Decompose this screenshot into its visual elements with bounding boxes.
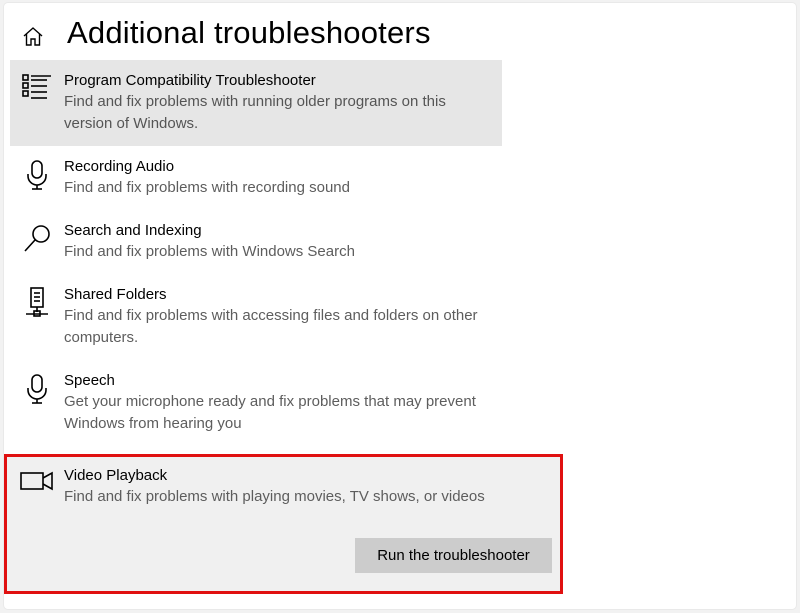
- item-description: Get your microphone ready and fix proble…: [64, 393, 476, 432]
- run-button-row: Run the troubleshooter: [64, 538, 552, 573]
- home-icon[interactable]: [21, 25, 45, 49]
- item-description: Find and fix problems with running older…: [64, 93, 446, 132]
- item-description: Find and fix problems with accessing fil…: [64, 307, 478, 346]
- item-title: Shared Folders: [64, 286, 167, 303]
- microphone-icon: [20, 372, 54, 406]
- item-title: Video Playback: [64, 467, 168, 484]
- troubleshooter-item-speech[interactable]: Speech Get your microphone ready and fix…: [10, 360, 502, 446]
- troubleshooter-item-shared-folders[interactable]: Shared Folders Find and fix problems wit…: [10, 274, 502, 360]
- item-title: Program Compatibility Troubleshooter: [64, 72, 316, 89]
- microphone-icon: [20, 158, 54, 192]
- settings-window: Additional troubleshooters Program Compa…: [4, 3, 796, 609]
- troubleshooter-item-video-playback[interactable]: Video Playback Find and fix problems wit…: [4, 454, 563, 594]
- list-icon: [20, 72, 54, 106]
- item-title: Recording Audio: [64, 158, 175, 175]
- item-description: Find and fix problems with playing movie…: [64, 488, 485, 505]
- video-camera-icon: [20, 467, 54, 501]
- page-header: Additional troubleshooters: [4, 3, 796, 65]
- troubleshooter-item-recording-audio[interactable]: Recording Audio Find and fix problems wi…: [10, 146, 502, 210]
- item-description: Find and fix problems with recording sou…: [64, 179, 350, 196]
- search-icon: [20, 222, 54, 256]
- item-title: Speech: [64, 372, 115, 389]
- page-title: Additional troubleshooters: [67, 15, 431, 50]
- item-description: Find and fix problems with Windows Searc…: [64, 243, 355, 260]
- run-troubleshooter-button[interactable]: Run the troubleshooter: [355, 538, 552, 573]
- troubleshooter-list: Program Compatibility Troubleshooter Fin…: [4, 60, 563, 594]
- item-title: Search and Indexing: [64, 222, 202, 239]
- troubleshooter-item-search-indexing[interactable]: Search and Indexing Find and fix problem…: [10, 210, 502, 274]
- troubleshooter-item-program-compatibility[interactable]: Program Compatibility Troubleshooter Fin…: [10, 60, 502, 146]
- network-drive-icon: [20, 286, 54, 320]
